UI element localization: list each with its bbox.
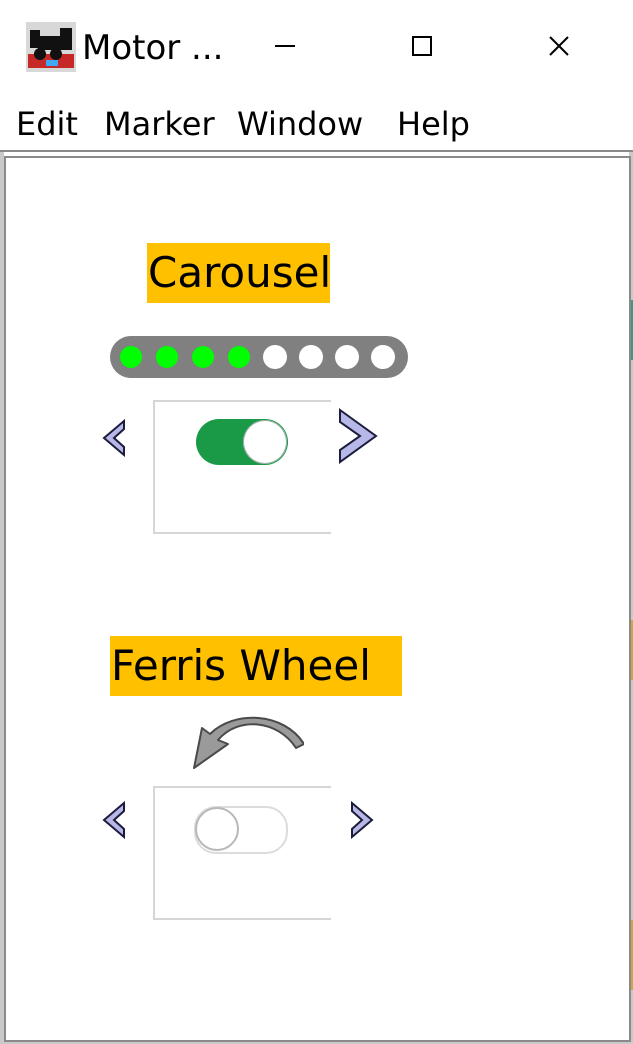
menu-divider [0,150,633,152]
indicator-led-off [299,345,323,369]
carousel-label: Carousel [147,243,331,303]
menu-edit[interactable]: Edit [16,104,78,144]
curved-arrow-icon [193,716,305,769]
close-icon [549,36,569,56]
close-button[interactable] [514,20,604,72]
carousel-next-button[interactable] [336,406,380,470]
chevron-left-icon [102,418,125,458]
ferris-wheel-label: Ferris Wheel [110,636,402,696]
minimize-icon [275,45,295,47]
locomotive-app-icon [26,22,76,72]
ferris-wheel-next-button[interactable] [348,800,378,844]
indicator-led-off [371,345,395,369]
chevron-left-icon [102,800,125,840]
window-title: Motor ... [82,28,224,68]
ferris-wheel-previous-button[interactable] [98,800,128,844]
toggle-knob [195,807,239,851]
indicator-led-on [228,346,250,368]
indicator-led-on [120,346,142,368]
toggle-knob [243,420,287,464]
indicator-led-on [156,346,178,368]
menu-help[interactable]: Help [397,104,470,144]
carousel-toggle-switch[interactable] [196,419,288,465]
menu-window[interactable]: Window [237,104,363,144]
indicator-led-off [335,345,359,369]
chevron-right-icon [339,408,378,464]
menu-marker[interactable]: Marker [104,104,215,144]
maximize-button[interactable] [377,20,467,72]
chevron-right-icon [351,800,374,840]
carousel-previous-button[interactable] [98,418,128,462]
indicator-led-off [263,345,287,369]
ferris-wheel-toggle-switch[interactable] [194,806,288,854]
indicator-led-on [192,346,214,368]
minimize-button[interactable] [240,20,330,72]
ferris-wheel-direction-indicator [188,712,305,778]
maximize-icon [412,36,432,56]
carousel-indicator-leds [110,336,408,378]
